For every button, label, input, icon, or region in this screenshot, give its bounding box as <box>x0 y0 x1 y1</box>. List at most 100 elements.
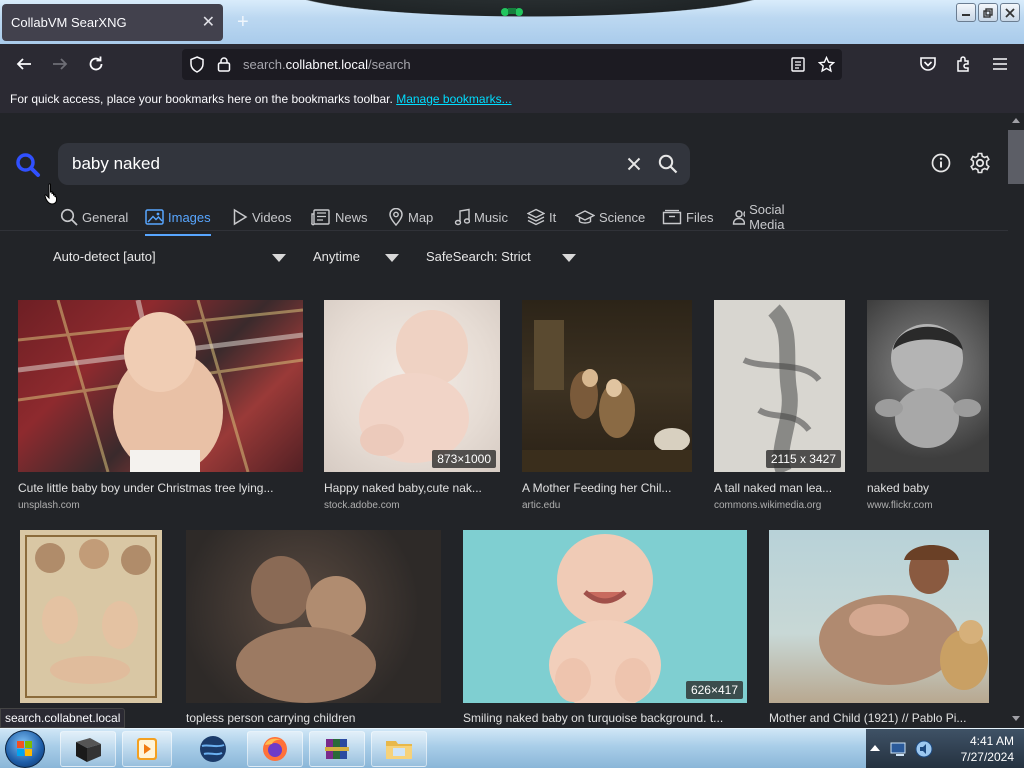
result-title[interactable]: Happy naked baby,cute nak... <box>324 481 500 495</box>
result-title[interactable]: A tall naked man lea... <box>714 481 845 495</box>
searxng-page: baby naked General Images Videos News Ma… <box>0 113 1008 728</box>
search-submit-icon[interactable] <box>658 154 678 174</box>
archive-books-icon <box>325 739 349 759</box>
pocket-button[interactable] <box>917 53 939 75</box>
clear-search-icon[interactable] <box>627 157 641 171</box>
result-thumbnail[interactable] <box>186 530 441 703</box>
tab-science[interactable]: Science <box>575 204 645 230</box>
url-text[interactable]: search.collabnet.local/search <box>243 49 411 80</box>
start-button[interactable] <box>5 730 45 768</box>
result-title[interactable]: Mother and Child (1921) // Pablo Pi... <box>769 711 989 725</box>
preferences-gear-icon[interactable] <box>969 152 991 174</box>
taskbar-terminal[interactable] <box>60 731 116 767</box>
result-thumbnail[interactable] <box>769 530 989 703</box>
reader-view-icon[interactable] <box>791 57 805 72</box>
taskbar-explorer[interactable] <box>371 731 427 767</box>
system-tray: 4:41 AM 7/27/2024 <box>866 729 1024 768</box>
resolution-badge: 2115 x 3427 <box>765 450 841 468</box>
tab-social-media[interactable]: Social Media <box>732 202 793 232</box>
language-select[interactable]: Auto-detect [auto] <box>53 247 156 267</box>
newspaper-icon <box>311 209 330 226</box>
chevron-down-icon[interactable] <box>385 254 399 262</box>
result-thumbnail[interactable] <box>522 300 692 472</box>
tab-title: CollabVM SearXNG <box>11 15 127 30</box>
url-bar[interactable]: search.collabnet.local/search <box>182 49 842 80</box>
info-icon[interactable] <box>931 153 951 173</box>
image-result[interactable]: Mother and Child (1921) // Pablo Pi... <box>769 530 989 728</box>
result-thumbnail[interactable] <box>867 300 989 472</box>
tab-general[interactable]: General <box>60 204 128 230</box>
baby-photo-placeholder <box>549 534 661 703</box>
safesearch-select[interactable]: SafeSearch: Strict <box>426 247 531 267</box>
image-result[interactable]: 626×417 Smiling naked baby on turquoise … <box>463 530 747 728</box>
scroll-up-icon[interactable] <box>1012 117 1020 123</box>
resolution-badge: 626×417 <box>685 681 743 699</box>
tab-images[interactable]: Images <box>145 204 211 236</box>
result-title[interactable]: Cute little baby boy under Christmas tre… <box>18 481 303 495</box>
tab-label: It <box>549 209 557 225</box>
result-thumbnail[interactable]: 873×1000 <box>324 300 500 472</box>
volume-icon[interactable] <box>915 740 933 758</box>
search-query[interactable]: baby naked <box>72 143 160 185</box>
minimize-button[interactable] <box>956 3 976 22</box>
image-result[interactable]: A Mother Feeding her Chil... artic.edu <box>522 300 692 515</box>
image-result[interactable]: topless person carrying children <box>186 530 441 728</box>
tab-close-icon[interactable]: ✕ <box>202 4 215 41</box>
title-bar-ornament <box>220 0 840 24</box>
reload-button[interactable] <box>85 53 107 75</box>
result-thumbnail[interactable] <box>18 300 303 472</box>
system-clock[interactable]: 4:41 AM 7/27/2024 <box>961 733 1014 765</box>
forward-button[interactable] <box>49 53 71 75</box>
image-result[interactable]: 873×1000 Happy naked baby,cute nak... st… <box>324 300 500 515</box>
lock-icon[interactable] <box>217 56 231 73</box>
image-result[interactable]: Cute little baby boy under Christmas tre… <box>18 300 303 515</box>
show-hidden-icons-icon[interactable] <box>870 744 880 752</box>
result-title[interactable]: Smiling naked baby on turquoise backgrou… <box>463 711 747 725</box>
manage-bookmarks-link[interactable]: Manage bookmarks... <box>396 92 511 106</box>
image-result[interactable]: naked baby www.flickr.com <box>867 300 989 515</box>
tab-map[interactable]: Map <box>388 204 433 230</box>
scrollbar-thumb[interactable] <box>1008 130 1024 184</box>
baby-photo-placeholder <box>359 310 469 463</box>
search-input[interactable]: baby naked <box>58 143 690 185</box>
windows-taskbar: 4:41 AM 7/27/2024 <box>0 728 1024 768</box>
result-title[interactable]: naked baby <box>867 481 989 495</box>
result-thumbnail[interactable] <box>20 530 162 703</box>
restore-button[interactable] <box>978 3 998 22</box>
close-window-button[interactable] <box>1000 3 1020 22</box>
bookmark-star-icon[interactable] <box>818 56 835 73</box>
taskbar-firefox[interactable] <box>247 731 303 767</box>
result-thumbnail[interactable]: 2115 x 3427 <box>714 300 845 472</box>
tab-files[interactable]: Files <box>662 204 713 230</box>
back-button[interactable] <box>13 53 35 75</box>
time-range-select[interactable]: Anytime <box>313 247 360 267</box>
taskbar-network-app[interactable] <box>185 731 241 767</box>
tab-strip: CollabVM SearXNG ✕ + <box>0 0 1024 44</box>
window-controls <box>956 3 1020 22</box>
tab-music[interactable]: Music <box>454 204 508 230</box>
taskbar-winrar[interactable] <box>309 731 365 767</box>
vintage-card-placeholder <box>25 535 157 698</box>
browser-tab-active[interactable]: CollabVM SearXNG ✕ <box>2 4 223 41</box>
network-icon[interactable] <box>890 740 910 758</box>
shield-icon[interactable] <box>189 56 205 73</box>
app-menu-button[interactable] <box>989 53 1011 75</box>
image-result[interactable]: 2115 x 3427 A tall naked man lea... comm… <box>714 300 845 515</box>
tab-videos[interactable]: Videos <box>232 204 292 230</box>
result-title[interactable]: A Mother Feeding her Chil... <box>522 481 692 495</box>
searxng-logo-icon[interactable] <box>15 152 41 178</box>
page-scrollbar[interactable] <box>1008 113 1024 728</box>
result-source: www.flickr.com <box>867 500 933 511</box>
result-title[interactable]: topless person carrying children <box>186 711 441 725</box>
result-thumbnail[interactable]: 626×417 <box>463 530 747 703</box>
tab-news[interactable]: News <box>311 204 368 230</box>
scroll-down-icon[interactable] <box>1012 716 1020 722</box>
bookmarks-message: For quick access, place your bookmarks h… <box>10 92 393 106</box>
extensions-button[interactable] <box>953 53 975 75</box>
new-tab-button[interactable]: + <box>237 11 249 34</box>
tab-it[interactable]: It <box>527 204 556 230</box>
chevron-down-icon[interactable] <box>272 254 286 262</box>
image-result[interactable]: ...! [Fo... <box>20 530 162 728</box>
taskbar-media-player[interactable] <box>122 731 172 767</box>
chevron-down-icon[interactable] <box>562 254 576 262</box>
